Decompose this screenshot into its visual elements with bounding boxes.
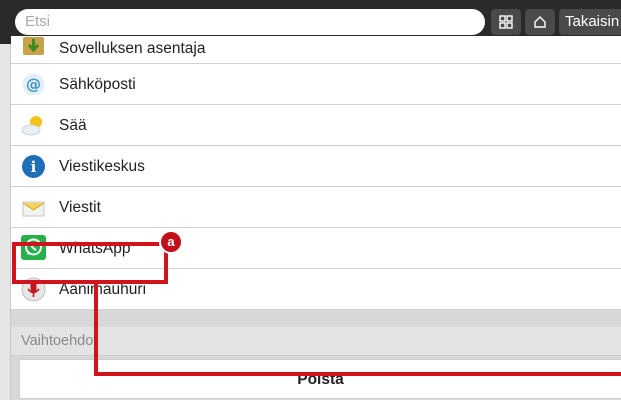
svg-text:@: @ [26,76,41,94]
app-list: Sovelluksen asentaja @ Sähköposti Sää i … [10,36,621,400]
list-item-label: Viestikeskus [59,158,145,175]
delete-button[interactable]: Poista [19,359,621,399]
search-input[interactable]: Etsi [15,9,485,35]
list-item-messages[interactable]: Viestit [11,187,621,228]
list-item-whatsapp[interactable]: WhatsApp [11,228,621,269]
list-item-weather[interactable]: Sää [11,105,621,146]
options-section-header: Vaihtoehdot [11,327,621,356]
email-icon: @ [22,73,45,96]
home-icon [534,16,546,28]
whatsapp-icon [21,235,46,260]
list-item-email[interactable]: @ Sähköposti [11,64,621,105]
list-item-label: WhatsApp [59,240,131,257]
list-item-label: Sähköposti [59,76,136,93]
callout-badge: a [159,230,183,254]
voice-recorder-icon [21,277,46,302]
installer-icon [23,37,44,55]
list-item-label: Äänimauhuri [59,281,147,298]
list-item-message-center[interactable]: i Viestikeskus [11,146,621,187]
weather-icon [21,116,42,136]
back-button[interactable]: Takaisin [559,9,621,35]
list-item-label: Viestit [59,199,101,216]
list-item-label: Sää [59,117,87,134]
message-center-icon: i [22,155,45,178]
list-item-installer[interactable]: Sovelluksen asentaja [11,36,621,64]
list-item-voice-recorder[interactable]: Äänimauhuri [11,269,621,310]
home-button[interactable] [525,9,555,35]
grid-icon [499,15,513,29]
messages-icon [22,201,45,217]
svg-text:i: i [31,158,37,176]
grid-view-button[interactable] [491,9,521,35]
list-item-label: Sovelluksen asentaja [59,40,206,57]
